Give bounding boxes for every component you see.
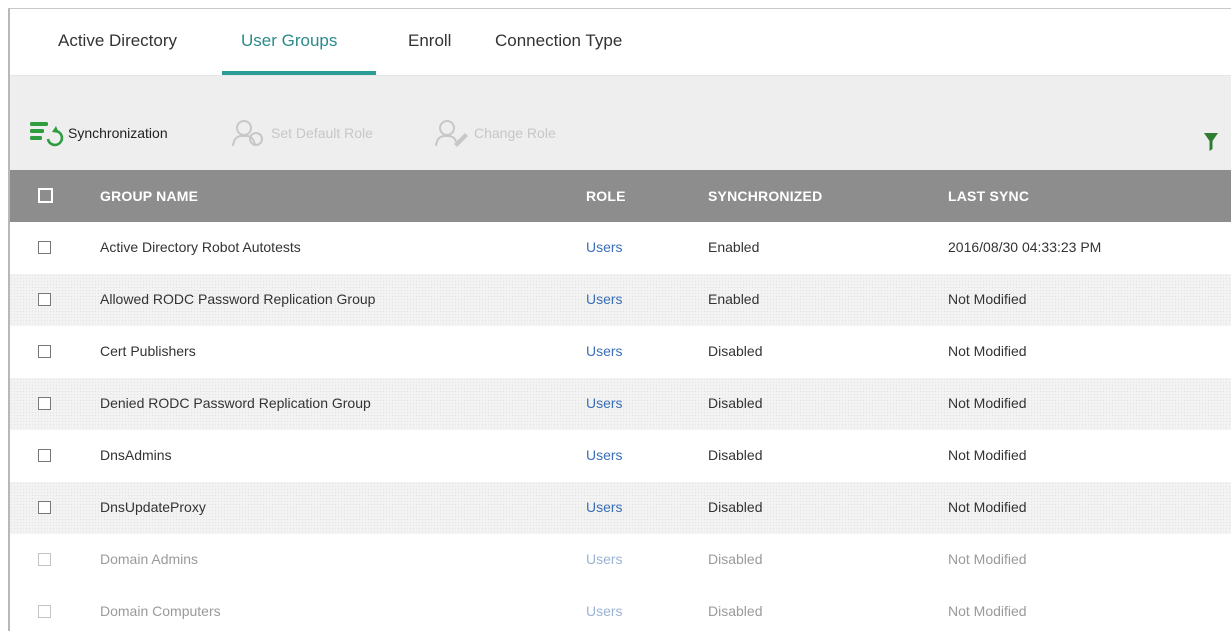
synchronized-cell: Disabled [708, 447, 763, 463]
row-checkbox[interactable] [38, 241, 51, 254]
column-header-group-name[interactable]: GROUP NAME [100, 188, 198, 204]
tab-user-groups[interactable]: User Groups [241, 31, 337, 51]
active-tab-indicator [222, 71, 376, 75]
group-name-cell: DnsAdmins [100, 447, 172, 463]
table-header: GROUP NAME ROLE SYNCHRONIZED LAST SYNC [10, 170, 1231, 222]
last-sync-cell: Not Modified [948, 499, 1027, 515]
table-row[interactable]: Domain Computers Users Disabled Not Modi… [10, 586, 1231, 631]
role-link[interactable]: Users [586, 447, 623, 463]
group-name-cell: Domain Admins [100, 551, 199, 567]
table-row[interactable]: DnsUpdateProxy Users Disabled Not Modifi… [10, 482, 1231, 534]
tab-enroll[interactable]: Enroll [408, 31, 451, 51]
table-row[interactable]: Domain Admins Users Disabled Not Modifie… [10, 534, 1231, 586]
row-checkbox[interactable] [38, 605, 51, 618]
column-header-last-sync[interactable]: LAST SYNC [948, 188, 1029, 204]
group-name-cell: Allowed RODC Password Replication Group [100, 291, 376, 307]
role-link[interactable]: Users [586, 343, 623, 359]
set-default-role-icon [229, 118, 271, 148]
set-default-role-label: Set Default Role [271, 125, 373, 141]
synchronized-cell: Disabled [708, 395, 763, 411]
synchronized-cell: Disabled [708, 603, 763, 619]
synchronized-cell: Enabled [708, 291, 760, 307]
role-link[interactable]: Users [586, 239, 623, 255]
synchronized-cell: Disabled [708, 551, 763, 567]
group-name-cell: Cert Publishers [100, 343, 196, 359]
row-checkbox[interactable] [38, 293, 51, 306]
select-all-checkbox[interactable] [38, 188, 53, 203]
synchronized-cell: Disabled [708, 499, 763, 515]
last-sync-cell: Not Modified [948, 551, 1027, 567]
tab-active-directory[interactable]: Active Directory [58, 31, 177, 51]
table-row[interactable]: Allowed RODC Password Replication Group … [10, 274, 1231, 326]
last-sync-cell: Not Modified [948, 343, 1027, 359]
synchronization-label: Synchronization [68, 125, 168, 141]
row-checkbox[interactable] [38, 501, 51, 514]
table-row[interactable]: Denied RODC Password Replication Group U… [10, 378, 1231, 430]
synchronization-button[interactable]: Synchronization [28, 118, 168, 148]
row-checkbox[interactable] [38, 345, 51, 358]
change-role-button[interactable]: Change Role [432, 118, 556, 148]
tab-connection-type[interactable]: Connection Type [495, 31, 622, 51]
change-role-label: Change Role [474, 125, 556, 141]
tab-bar: Active Directory User Groups Enroll Conn… [10, 9, 1231, 76]
row-checkbox[interactable] [38, 397, 51, 410]
column-header-role[interactable]: ROLE [586, 188, 626, 204]
main-panel: Active Directory User Groups Enroll Conn… [8, 8, 1231, 631]
last-sync-cell: Not Modified [948, 603, 1027, 619]
synchronized-cell: Enabled [708, 239, 760, 255]
role-link[interactable]: Users [586, 499, 623, 515]
group-name-cell: DnsUpdateProxy [100, 499, 206, 515]
set-default-role-button[interactable]: Set Default Role [229, 118, 373, 148]
group-name-cell: Domain Computers [100, 603, 221, 619]
filter-icon[interactable] [1203, 132, 1219, 157]
last-sync-cell: 2016/08/30 04:33:23 PM [948, 239, 1102, 255]
column-header-synchronized[interactable]: SYNCHRONIZED [708, 188, 822, 204]
role-link[interactable]: Users [586, 551, 623, 567]
group-name-cell: Denied RODC Password Replication Group [100, 395, 371, 411]
synchronized-cell: Disabled [708, 343, 763, 359]
table-row[interactable]: DnsAdmins Users Disabled Not Modified [10, 430, 1231, 482]
synchronization-icon [28, 118, 68, 148]
role-link[interactable]: Users [586, 291, 623, 307]
role-link[interactable]: Users [586, 395, 623, 411]
last-sync-cell: Not Modified [948, 291, 1027, 307]
last-sync-cell: Not Modified [948, 447, 1027, 463]
table-row[interactable]: Cert Publishers Users Disabled Not Modif… [10, 326, 1231, 378]
row-checkbox[interactable] [38, 553, 51, 566]
last-sync-cell: Not Modified [948, 395, 1027, 411]
row-checkbox[interactable] [38, 449, 51, 462]
change-role-icon [432, 118, 474, 148]
table-row[interactable]: Active Directory Robot Autotests Users E… [10, 222, 1231, 274]
group-name-cell: Active Directory Robot Autotests [100, 239, 301, 255]
toolbar: Synchronization Set Default Role Change … [10, 76, 1231, 170]
role-link[interactable]: Users [586, 603, 623, 619]
